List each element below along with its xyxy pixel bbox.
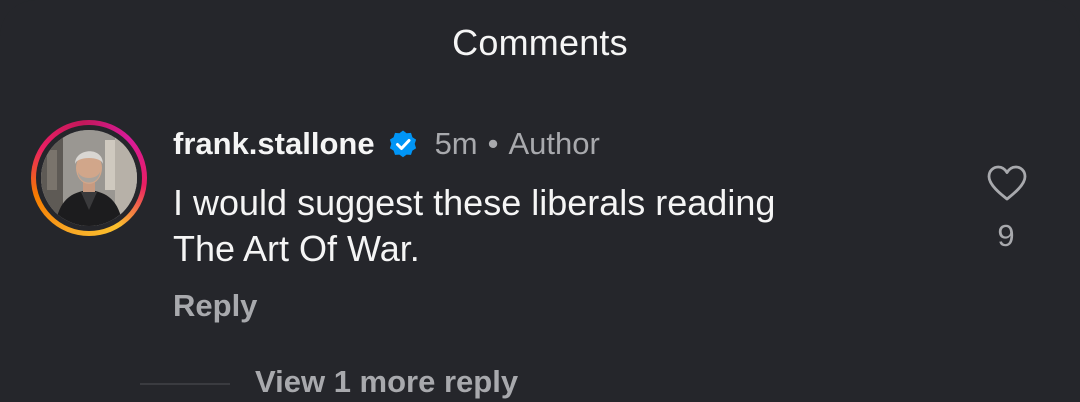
like-count: 9 (997, 218, 1015, 253)
comment-timestamp: 5m (434, 126, 478, 161)
author-label: Author (508, 126, 600, 161)
reply-button[interactable]: Reply (173, 288, 257, 324)
avatar-photo (41, 130, 137, 226)
comments-sheet: Comments frank.stallone 5m • Author I wo… (0, 0, 1080, 402)
comment-header: frank.stallone 5m • Author (173, 124, 600, 164)
comment-item: frank.stallone 5m • Author I would sugge… (0, 0, 1080, 402)
avatar (41, 130, 137, 226)
meta-separator: • (487, 126, 499, 161)
username-link[interactable]: frank.stallone (173, 126, 375, 162)
comment-text-line-2: The Art Of War. (173, 228, 420, 269)
view-more-replies-button[interactable]: View 1 more reply (255, 364, 518, 400)
comment-body: I would suggest these liberals reading T… (173, 180, 933, 272)
comment-text-line-1: I would suggest these liberals reading (173, 182, 776, 223)
avatar-story-ring[interactable] (31, 120, 147, 236)
thread-divider (140, 383, 230, 385)
heart-icon[interactable] (986, 164, 1028, 202)
verified-badge-icon (387, 128, 419, 160)
